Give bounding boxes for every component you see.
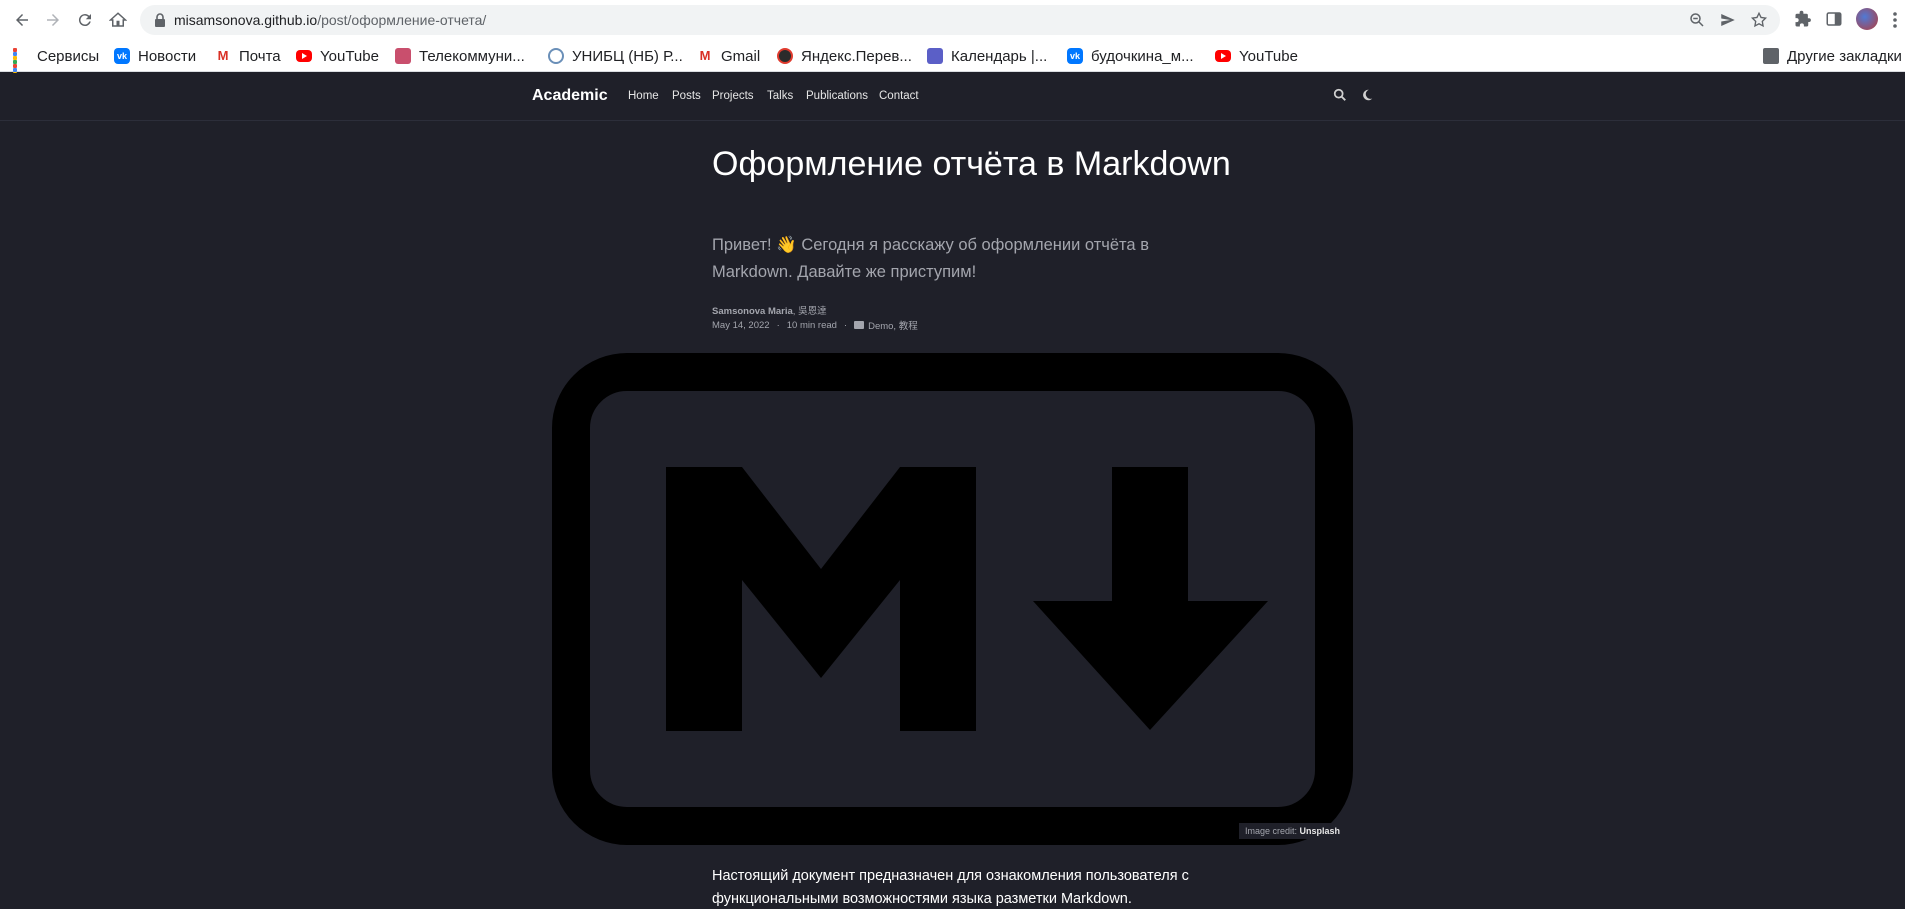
bookmark-label: Gmail bbox=[721, 47, 761, 65]
bookmark-mail[interactable]: M Почта bbox=[215, 45, 281, 67]
nav-contact[interactable]: Contact bbox=[879, 90, 919, 102]
post-summary: Привет! 👋 Сегодня я расскажу об оформлен… bbox=[712, 236, 1149, 281]
folder-icon bbox=[1763, 48, 1779, 64]
meta-dot: · bbox=[843, 319, 848, 331]
other-bookmarks[interactable]: Другие закладки bbox=[1763, 45, 1902, 67]
browser-toolbar: misamsonova.github.io/post/оформление-от… bbox=[0, 0, 1905, 40]
post-authors: Samsonova Maria, 吳恩達 bbox=[712, 303, 827, 317]
post-date: May 14, 2022 bbox=[712, 319, 770, 331]
gmail-icon: M bbox=[699, 48, 711, 63]
extensions-icon[interactable] bbox=[1794, 10, 1814, 30]
post-meta: May 14, 2022 · 10 min read · Demo, 教程 bbox=[712, 318, 918, 333]
bookmark-gmail[interactable]: M Gmail bbox=[697, 45, 761, 67]
folder-icon bbox=[854, 321, 865, 329]
bookmark-services[interactable]: Сервисы bbox=[13, 45, 100, 84]
site-brand[interactable]: Academic bbox=[532, 87, 608, 105]
teams-icon bbox=[927, 48, 943, 64]
lock-icon[interactable] bbox=[154, 13, 166, 27]
image-credit-label: Image credit: bbox=[1245, 826, 1300, 836]
meta-dot: · bbox=[776, 319, 780, 331]
side-panel-icon[interactable] bbox=[1825, 10, 1845, 30]
post-categories[interactable]: Demo, 教程 bbox=[868, 318, 918, 332]
bookmark-unibc[interactable]: УНИБЦ (НБ) Р... bbox=[548, 45, 683, 67]
image-credit-link[interactable]: Unsplash bbox=[1300, 826, 1341, 836]
site-icon bbox=[395, 48, 411, 64]
site-navbar: Academic Home Posts Projects Talks Publi… bbox=[0, 73, 1905, 121]
bookmark-star-icon[interactable] bbox=[1750, 11, 1768, 29]
home-icon[interactable] bbox=[106, 8, 130, 32]
image-credit: Image credit: Unsplash bbox=[1239, 823, 1347, 839]
author-link-2[interactable]: 吳恩達 bbox=[798, 306, 827, 317]
url-text[interactable]: misamsonova.github.io/post/оформление-от… bbox=[174, 12, 486, 28]
back-icon[interactable] bbox=[10, 8, 34, 32]
address-bar[interactable]: misamsonova.github.io/post/оформление-от… bbox=[140, 5, 1780, 35]
yandex-icon bbox=[777, 48, 793, 64]
search-icon[interactable] bbox=[1333, 88, 1349, 104]
article-paragraph: Настоящий документ предназначен для озна… bbox=[712, 868, 1189, 907]
nav-posts[interactable]: Posts bbox=[672, 90, 701, 102]
bookmark-label: Почта bbox=[239, 47, 281, 65]
bookmark-yandex-translate[interactable]: Яндекс.Перев... bbox=[777, 45, 912, 67]
bookmark-label: YouTube bbox=[1239, 47, 1298, 65]
page-title: Оформление отчёта в Markdown bbox=[712, 145, 1231, 183]
bookmark-label: Новости bbox=[138, 47, 197, 65]
author-link[interactable]: Samsonova Maria bbox=[712, 306, 793, 317]
bookmark-youtube-2[interactable]: YouTube bbox=[1215, 45, 1298, 67]
bookmark-label: будочкина_м... bbox=[1091, 47, 1194, 65]
forward-icon[interactable] bbox=[41, 8, 65, 32]
nav-projects[interactable]: Projects bbox=[712, 90, 754, 102]
site-icon bbox=[548, 48, 564, 64]
nav-home[interactable]: Home bbox=[628, 90, 659, 102]
bookmarks-bar: Сервисы vk Новости M Почта YouTube Телек… bbox=[0, 40, 1905, 84]
bookmark-budochkina[interactable]: vk будочкина_м... bbox=[1067, 45, 1194, 67]
url-path: /post/оформление-отчета/ bbox=[317, 12, 487, 28]
youtube-icon bbox=[296, 50, 312, 62]
other-bookmarks-label: Другие закладки bbox=[1787, 47, 1902, 65]
send-icon[interactable] bbox=[1719, 11, 1737, 29]
reload-icon[interactable] bbox=[73, 8, 97, 32]
bookmark-news[interactable]: vk Новости bbox=[114, 45, 196, 67]
bookmark-calendar[interactable]: Календарь |... bbox=[927, 45, 1047, 67]
bookmark-label: YouTube bbox=[320, 47, 379, 65]
bookmark-label: Календарь |... bbox=[951, 47, 1048, 65]
bookmark-label: УНИБЦ (НБ) Р... bbox=[572, 47, 683, 65]
gmail-icon: M bbox=[217, 48, 229, 63]
bookmark-label: Яндекс.Перев... bbox=[801, 47, 912, 65]
vk-icon: vk bbox=[114, 48, 130, 64]
nav-publications[interactable]: Publications bbox=[806, 90, 868, 102]
bookmark-label: Сервисы bbox=[37, 47, 100, 65]
more-options-icon[interactable] bbox=[1892, 10, 1898, 30]
nav-talks[interactable]: Talks bbox=[767, 90, 793, 102]
url-host: misamsonova.github.io bbox=[174, 12, 318, 28]
markdown-logo-image bbox=[552, 353, 1353, 845]
zoom-icon[interactable] bbox=[1688, 11, 1706, 29]
bookmark-youtube[interactable]: YouTube bbox=[296, 45, 379, 67]
dark-mode-moon-icon[interactable] bbox=[1360, 88, 1376, 104]
vk-icon: vk bbox=[1067, 48, 1083, 64]
bookmark-label: Телекоммуни... bbox=[419, 47, 525, 65]
read-time: 10 min read bbox=[786, 319, 837, 331]
youtube-icon bbox=[1215, 50, 1231, 62]
bookmark-telecom[interactable]: Телекоммуни... bbox=[395, 45, 525, 67]
apps-grid-icon bbox=[13, 48, 29, 84]
profile-avatar[interactable] bbox=[1856, 8, 1878, 30]
